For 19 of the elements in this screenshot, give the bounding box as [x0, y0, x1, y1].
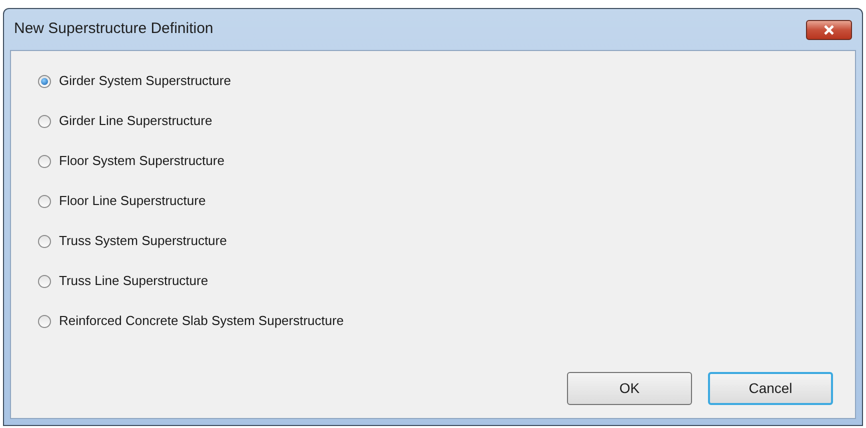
radio-button[interactable]	[38, 74, 51, 88]
radio-button[interactable]	[38, 314, 51, 328]
radio-button[interactable]	[38, 234, 51, 248]
dialog-button[interactable]: Cancel	[708, 372, 833, 405]
close-icon	[823, 24, 835, 34]
radio-button[interactable]	[38, 274, 51, 288]
dialog-button[interactable]: OK	[567, 372, 692, 405]
radio-option[interactable]: Girder Line Superstructure	[38, 112, 212, 130]
radio-option[interactable]: Truss System Superstructure	[38, 232, 227, 250]
radio-option[interactable]: Truss Line Superstructure	[38, 272, 208, 290]
radio-option[interactable]: Floor System Superstructure	[38, 152, 224, 170]
radio-option[interactable]: Reinforced Concrete Slab System Superstructure	[38, 312, 344, 330]
radio-button[interactable]	[38, 114, 51, 128]
radio-button[interactable]	[38, 194, 51, 208]
radio-option[interactable]: Girder System Superstructure	[38, 72, 231, 90]
window-title: New Superstructure Definition	[14, 19, 214, 40]
close-button[interactable]	[806, 20, 852, 40]
radio-option[interactable]: Floor Line Superstructure	[38, 192, 206, 210]
radio-button[interactable]	[38, 154, 51, 168]
